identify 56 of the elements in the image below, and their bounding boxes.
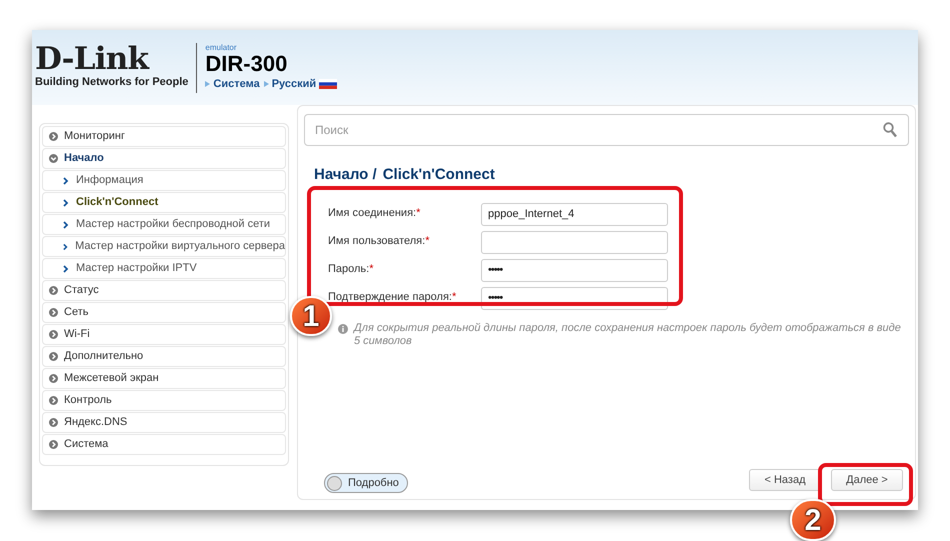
expand-icon: [49, 308, 58, 317]
model-name: DIR-300: [205, 52, 288, 76]
expand-icon: [49, 440, 58, 449]
menu-item[interactable]: Сеть: [42, 302, 286, 323]
chevron-icon: [63, 220, 69, 228]
system-link[interactable]: Система: [205, 76, 260, 92]
menu-item[interactable]: Яндекс.DNS: [42, 412, 286, 433]
search-field[interactable]: Поиск: [304, 114, 909, 146]
menu-item[interactable]: Мониторинг: [42, 126, 286, 147]
triangle-icon: [205, 81, 210, 87]
text-field[interactable]: pppoe_Internet_4: [481, 202, 668, 226]
menu-item[interactable]: Контроль: [42, 390, 286, 411]
expand-icon: [49, 418, 58, 427]
page-title: Click'n'Connect: [382, 165, 495, 185]
submenu-item[interactable]: Мастер настройки беспроводной сети: [42, 214, 286, 235]
text-field[interactable]: [481, 230, 668, 254]
expand-icon: [49, 352, 58, 361]
password-field[interactable]: •••••: [481, 286, 668, 310]
expand-icon: [49, 396, 58, 405]
info-icon: [338, 324, 348, 334]
menu-item[interactable]: Система: [42, 434, 286, 455]
hint-text: Для сокрытия реальной длины пароля, после сохранения настроек пароль будет отображаться в виде 5 символов: [354, 322, 902, 348]
brand-logo: D-Link: [35, 44, 150, 74]
language-link[interactable]: Русский: [264, 76, 338, 92]
menu-item[interactable]: Начало: [42, 148, 286, 169]
expand-icon: [49, 286, 58, 295]
menu-item[interactable]: Дополнительно: [42, 346, 286, 367]
field-label: Имя пользователя:*: [328, 234, 430, 248]
field-label: Пароль:*: [328, 262, 374, 276]
chevron-icon: [63, 176, 69, 184]
collapse-icon: [49, 154, 58, 163]
tagline: Building Networks for People: [35, 75, 188, 90]
back-button[interactable]: < Назад: [749, 469, 821, 491]
submenu-item[interactable]: Click'n'Connect: [42, 192, 286, 213]
search-icon: [883, 122, 897, 138]
expand-icon: [49, 330, 58, 339]
field-label: Имя соединения:*: [328, 206, 420, 220]
submenu-item[interactable]: Мастер настройки IPTV: [42, 258, 286, 279]
step-badge: 2: [790, 499, 836, 541]
password-field[interactable]: •••••: [481, 258, 668, 282]
expand-icon: [49, 374, 58, 383]
menu-item[interactable]: Статус: [42, 280, 286, 301]
flag-icon: [319, 79, 338, 89]
chevron-icon: [63, 198, 69, 206]
expand-icon: [49, 132, 58, 141]
chevron-icon: [63, 264, 69, 272]
emulator-label: emulator: [205, 42, 238, 52]
submenu-item[interactable]: Мастер настройки виртуального сервера: [42, 236, 286, 257]
submenu-item[interactable]: Информация: [42, 170, 286, 191]
chevron-icon: [63, 242, 68, 250]
menu-item[interactable]: Wi-Fi: [42, 324, 286, 345]
details-toggle[interactable]: Подробно: [324, 473, 408, 493]
triangle-icon: [264, 81, 269, 87]
page-title: Начало /: [314, 165, 377, 185]
menu-item[interactable]: Межсетевой экран: [42, 368, 286, 389]
next-button[interactable]: Далее >: [831, 469, 903, 491]
